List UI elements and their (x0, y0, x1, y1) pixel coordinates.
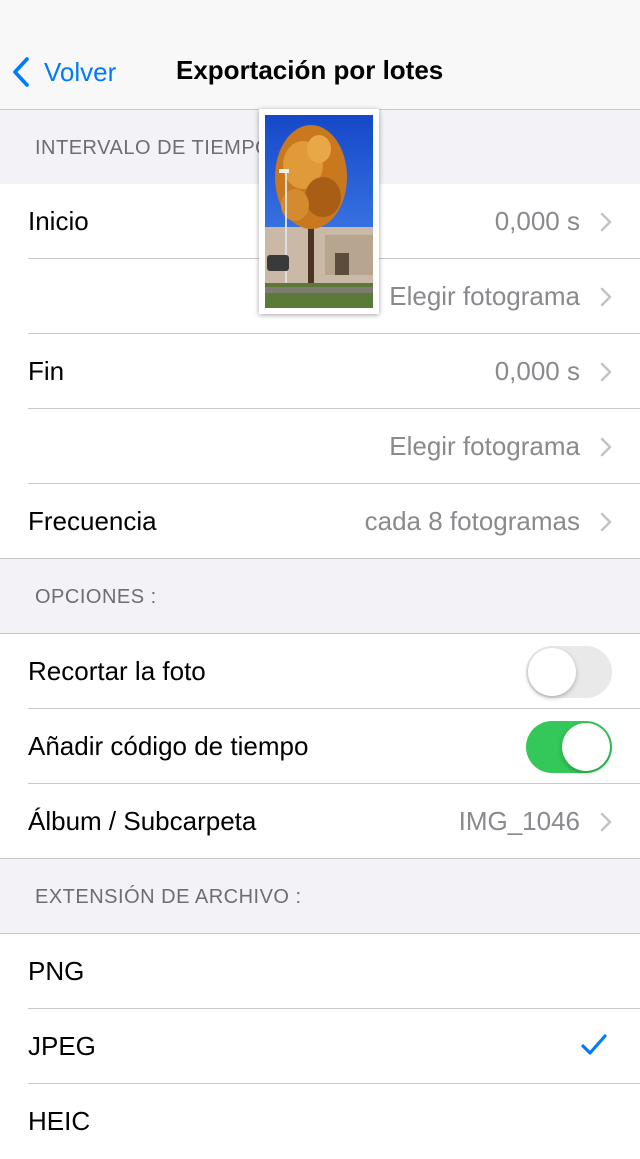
format-row-png[interactable]: PNG (0, 934, 640, 1009)
chevron-right-icon (600, 437, 612, 457)
frequency-row[interactable]: Frecuencia cada 8 fotogramas (0, 484, 640, 559)
frequency-label: Frecuencia (28, 506, 157, 536)
end-pick-frame-value: Elegir fotograma (389, 431, 580, 461)
section-header-options: OPCIONES : (0, 559, 640, 634)
timecode-label: Añadir código de tiempo (28, 731, 309, 761)
start-value: 0,000 s (494, 206, 580, 236)
section-header-label: EXTENSIÓN DE ARCHIVO : (35, 886, 302, 908)
chevron-right-icon (600, 212, 612, 232)
end-row[interactable]: Fin 0,000 s (0, 334, 640, 409)
crop-photo-row: Recortar la foto (0, 634, 640, 709)
format-label-jpeg: JPEG (28, 1031, 96, 1061)
section-header-label: INTERVALO DE TIEMPO (35, 137, 272, 159)
back-button[interactable]: Volver (12, 50, 116, 94)
format-label-heic: HEIC (28, 1106, 91, 1136)
chevron-right-icon (600, 287, 612, 307)
start-pick-frame-value: Elegir fotograma (389, 281, 580, 311)
format-row-jpeg[interactable]: JPEG (0, 1009, 640, 1084)
chevron-left-icon (13, 57, 29, 87)
album-value: IMG_1046 (458, 806, 580, 836)
checkmark-icon (581, 1034, 607, 1055)
section-header-extension: EXTENSIÓN DE ARCHIVO : (0, 859, 640, 934)
frame-preview-thumbnail (259, 109, 379, 314)
crop-photo-label: Recortar la foto (28, 656, 206, 686)
toggle-knob (562, 723, 610, 771)
timecode-row: Añadir código de tiempo (0, 709, 640, 784)
end-pick-frame-row[interactable]: Elegir fotograma (0, 409, 640, 484)
album-row[interactable]: Álbum / Subcarpeta IMG_1046 (0, 784, 640, 859)
timecode-toggle[interactable] (526, 721, 612, 773)
section-header-label: OPCIONES : (35, 586, 157, 608)
end-label: Fin (28, 356, 65, 386)
start-label: Inicio (28, 206, 89, 236)
end-value: 0,000 s (494, 356, 580, 386)
frequency-value: cada 8 fotogramas (364, 506, 580, 536)
tree-photo-image (265, 115, 373, 308)
album-label: Álbum / Subcarpeta (28, 806, 257, 836)
back-button-label: Volver (44, 56, 117, 87)
format-label-png: PNG (28, 956, 85, 986)
page-title: Exportación por lotes (176, 55, 444, 85)
chevron-right-icon (600, 512, 612, 532)
format-row-heic[interactable]: HEIC (0, 1084, 640, 1159)
chevron-right-icon (600, 362, 612, 382)
chevron-right-icon (600, 812, 612, 832)
navigation-bar: Volver Exportación por lotes (0, 0, 640, 110)
crop-photo-toggle[interactable] (526, 646, 612, 698)
toggle-knob (528, 648, 576, 696)
